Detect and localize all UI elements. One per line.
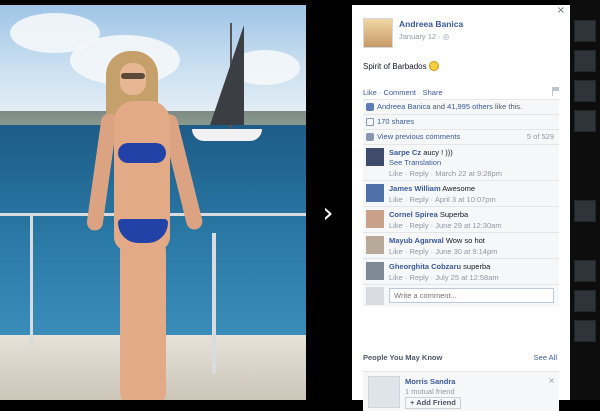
avatar[interactable]: [366, 148, 384, 166]
boat-rail-post: [212, 233, 216, 373]
see-all-link[interactable]: See All: [534, 353, 557, 362]
smiley-emoji-icon: [428, 61, 439, 71]
share-icon: [366, 118, 374, 126]
comment-meta[interactable]: Like · Reply · April 3 at 10:07pm: [389, 195, 496, 204]
post-date: January 12 · ◎: [399, 32, 450, 41]
previous-comments: View previous comments 5 of 529: [363, 130, 559, 145]
like-link[interactable]: Like: [363, 88, 377, 97]
author-name[interactable]: Andreea Banica: [399, 19, 463, 29]
avatar: [366, 287, 384, 305]
feedback-section: Andreea Banica and 41,995 others like th…: [363, 99, 559, 307]
person: [85, 51, 205, 400]
section-title: People You May Know: [363, 353, 443, 362]
post-panel: × Andreea Banica January 12 · ◎ Spirit o…: [352, 5, 570, 411]
others-link[interactable]: 41,995 others: [447, 102, 493, 111]
comment-meta[interactable]: Like · Reply · June 30 at 9:14pm: [389, 247, 497, 256]
comment-composer: [363, 285, 559, 307]
comment-item: Sarpe Cz aucy ! ))) See Translation Like…: [363, 145, 559, 181]
liker-link[interactable]: Andreea Banica: [377, 102, 430, 111]
people-you-may-know: People You May Know See All Morris Sandr…: [363, 353, 559, 411]
comment-item: Mayub Agarwal Wow so hot Like · Reply · …: [363, 233, 559, 259]
avatar[interactable]: [363, 18, 393, 48]
photo-viewer: › × Andreea Banica January 12 · ◎ Spirit…: [0, 0, 600, 411]
shares-link[interactable]: 170 shares: [377, 117, 414, 126]
background-page: [570, 0, 600, 400]
avatar[interactable]: [368, 376, 400, 408]
see-translation-link[interactable]: See Translation: [389, 158, 441, 167]
next-arrow-icon[interactable]: ›: [318, 198, 338, 228]
avatar[interactable]: [366, 184, 384, 202]
comment-meta[interactable]: Like · Reply · July 25 at 12:58am: [389, 273, 499, 282]
close-icon[interactable]: ×: [548, 376, 555, 385]
photo[interactable]: [0, 5, 306, 400]
like-icon: [366, 103, 374, 111]
close-icon[interactable]: ×: [557, 5, 565, 16]
sailboat-sail: [210, 25, 244, 125]
avatar[interactable]: [366, 210, 384, 228]
comment-icon: [366, 133, 374, 141]
friend-suggestion: Morris Sandra 1 mutual friend + Add Frie…: [363, 371, 559, 411]
comment-item: Cornel Spirea Superba Like · Reply · Jun…: [363, 207, 559, 233]
mutual-friends[interactable]: 1 mutual friend: [405, 387, 455, 396]
share-link[interactable]: Share: [423, 88, 443, 97]
comment-count: 5 of 529: [526, 132, 554, 141]
boat-rail-post: [30, 215, 33, 345]
sailboat-hull: [192, 129, 262, 141]
comment-item: James William Awesome Like · Reply · Apr…: [363, 181, 559, 207]
flag-icon[interactable]: [552, 87, 560, 96]
comment-input[interactable]: [389, 288, 554, 303]
post-header: Andreea Banica January 12 · ◎: [363, 16, 563, 50]
add-friend-icon: +: [410, 398, 415, 407]
globe-icon: ◎: [442, 32, 450, 41]
likes-summary: Andreea Banica and 41,995 others like th…: [363, 100, 559, 115]
comment-item: Gheorghita Cobzaru superba Like · Reply …: [363, 259, 559, 285]
suggestion-name[interactable]: Morris Sandra: [405, 377, 455, 386]
comment-meta[interactable]: Like · Reply · March 22 at 9:28pm: [389, 169, 502, 178]
avatar[interactable]: [366, 236, 384, 254]
avatar[interactable]: [366, 262, 384, 280]
add-friend-button[interactable]: + Add Friend: [405, 397, 461, 409]
shares-summary: 170 shares: [363, 115, 559, 130]
post-text: Spirit of Barbados: [363, 61, 439, 71]
comment-meta[interactable]: Like · Reply · June 29 at 12:30am: [389, 221, 502, 230]
post-actions: Like · Comment · Share: [363, 88, 443, 97]
comment-link[interactable]: Comment: [383, 88, 416, 97]
view-previous-comments-link[interactable]: View previous comments: [377, 132, 460, 141]
